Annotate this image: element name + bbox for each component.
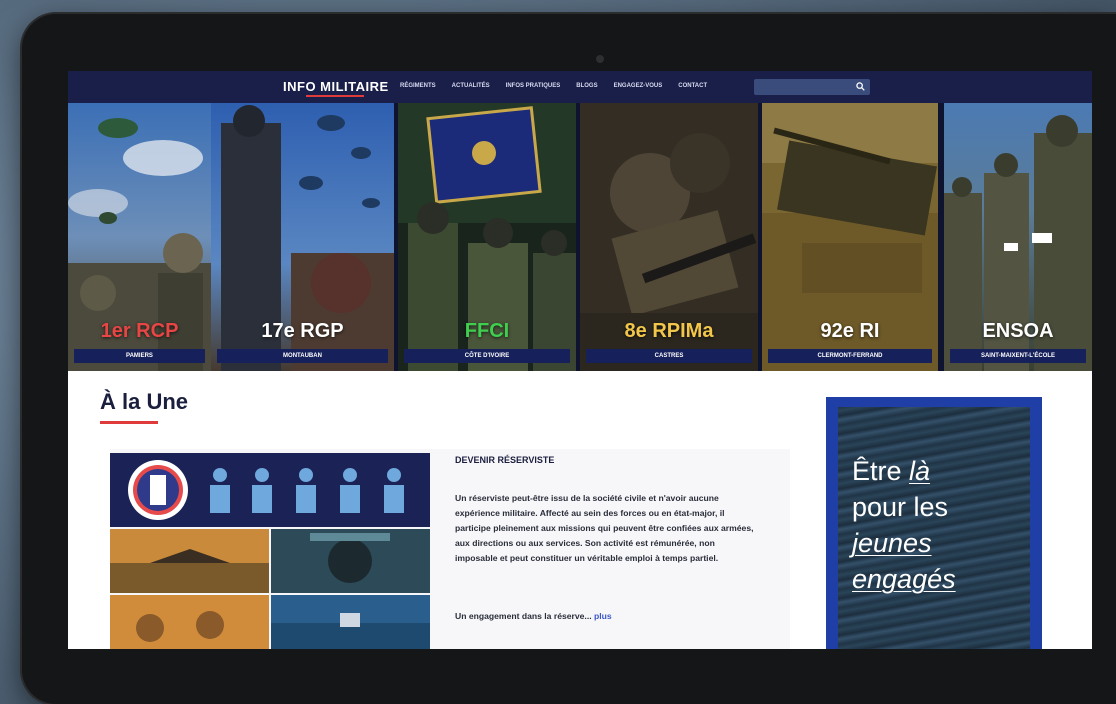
read-more-link[interactable]: plus: [594, 611, 612, 621]
regiment-panel-17rgp[interactable]: 17e RGP Montauban: [211, 103, 394, 371]
promo-line2: pour les: [852, 492, 949, 522]
nav-link-actualites[interactable]: Actualités: [452, 83, 490, 89]
section-title-underline: [100, 421, 158, 424]
top-navigation: INFO MILITAIRE Régiments Actualités Info…: [68, 71, 1092, 103]
regiment-location: Saint-Maixent-l'École: [950, 349, 1086, 363]
regiment-panel-ensoa[interactable]: ENSOA Saint-Maixent-l'École: [944, 103, 1092, 371]
regiment-title: 1er RCP: [100, 320, 179, 342]
camera-dot: [596, 55, 604, 63]
search-input[interactable]: [754, 79, 870, 95]
site-logo[interactable]: INFO MILITAIRE: [283, 79, 389, 94]
promo-line4: engagés: [852, 564, 956, 594]
regiment-panel-ffci[interactable]: FFCI Côte d'Ivoire: [398, 103, 576, 371]
logo-underline: [306, 95, 364, 97]
reservist-collage-image[interactable]: [110, 453, 430, 649]
article-body: Un réserviste peut-être issu de la socié…: [455, 493, 754, 563]
section-title: À la Une: [100, 389, 189, 414]
regiment-hero-strip: 1er RCP Pamiers 17e RGP Montauban: [68, 103, 1092, 371]
regiment-title: 17e RGP: [261, 320, 344, 342]
article-teaser: Un engagement dans la réserve... plus: [455, 611, 612, 621]
regiment-location: Côte d'Ivoire: [404, 349, 570, 363]
search-icon[interactable]: [856, 82, 865, 91]
regiment-title: FFCI: [464, 320, 510, 342]
website-screen: INFO MILITAIRE Régiments Actualités Info…: [68, 71, 1092, 649]
regiment-title: 8e RPIMa: [624, 320, 714, 342]
regiment-panel-8rpima[interactable]: 8e RPIMa Castres: [580, 103, 758, 371]
promo-line3: jeunes: [852, 528, 932, 558]
regiment-panel-92ri[interactable]: 92e RI Clermont-Ferrand: [762, 103, 938, 371]
promo-line1: Être: [852, 456, 910, 486]
regiment-location: Pamiers: [74, 349, 205, 363]
promo-text: Être là pour les jeunes engagés: [852, 453, 1022, 597]
regiment-location: Montauban: [217, 349, 388, 363]
regiment-location: Clermont-Ferrand: [768, 349, 932, 363]
regiment-location: Castres: [586, 349, 752, 363]
promo-line1-emphasis: là: [909, 456, 931, 486]
nav-link-regiments[interactable]: Régiments: [400, 83, 436, 89]
nav-link-blogs[interactable]: Blogs: [576, 83, 597, 89]
regiment-title: 92e RI: [820, 320, 880, 342]
article-teaser-text: Un engagement dans la réserve...: [455, 611, 592, 621]
promo-banner[interactable]: Être là pour les jeunes engagés: [826, 397, 1042, 649]
article-heading[interactable]: Devenir réserviste: [455, 455, 554, 465]
regiment-panel-1rcp[interactable]: 1er RCP Pamiers: [68, 103, 211, 371]
nav-link-contact[interactable]: Contact: [678, 83, 707, 89]
nav-link-engagez-vous[interactable]: Engagez-vous: [614, 83, 663, 89]
nav-links: Régiments Actualités Infos pratiques Blo…: [400, 83, 707, 89]
regiment-title: ENSOA: [982, 320, 1054, 342]
nav-link-infos-pratiques[interactable]: Infos pratiques: [506, 83, 561, 89]
